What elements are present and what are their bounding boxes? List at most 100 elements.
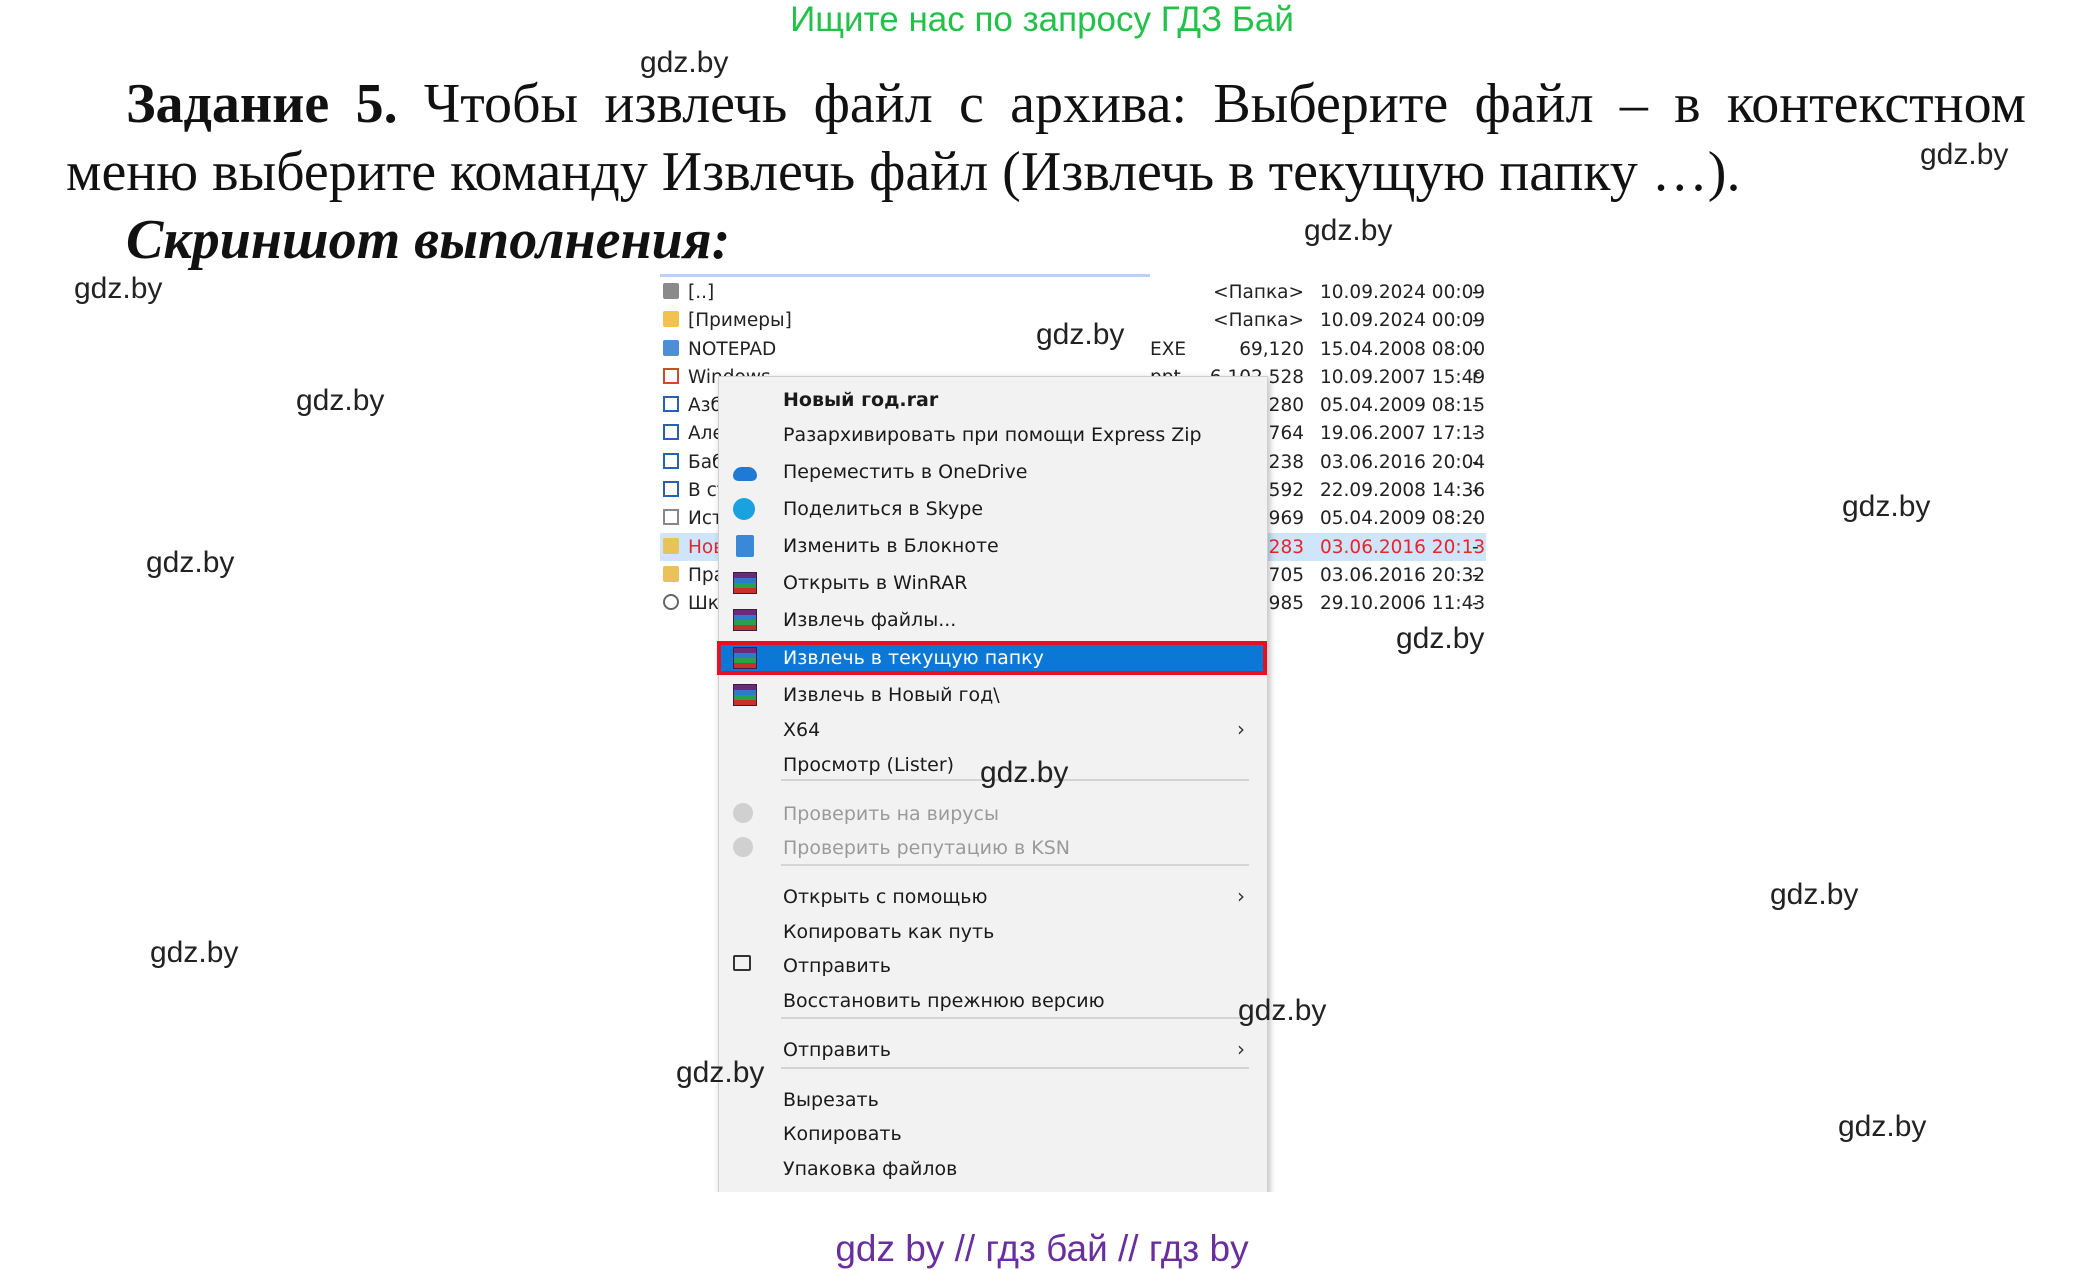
watermark: gdz.by: [676, 1056, 765, 1089]
menu-item-restore[interactable]: Восстановить прежнюю версию: [719, 984, 1267, 1018]
menu-item-label: Восстановить прежнюю версию: [783, 990, 1105, 1012]
doc-icon: [663, 396, 679, 413]
file-name: Азб: [688, 395, 722, 417]
chevron-right-icon: ›: [1237, 717, 1245, 741]
menu-item-x64[interactable]: X64 ›: [719, 713, 1267, 747]
menu-item-label: Извлечь в Новый год\: [783, 684, 1000, 706]
task-text: Задание 5. Чтобы извлечь файл с архива: …: [66, 70, 2026, 206]
menu-separator: [781, 864, 1249, 866]
watermark: gdz.by: [296, 384, 385, 417]
file-attr: -: [1472, 536, 1479, 558]
share-icon: [733, 955, 751, 971]
menu-item-label: Проверить на вирусы: [783, 803, 999, 825]
file-ext: EXE: [1150, 338, 1187, 360]
menu-item-label: Отправить: [783, 1039, 891, 1061]
notepad-icon: [663, 339, 679, 356]
winrar-icon: [733, 684, 757, 706]
chevron-right-icon: ›: [1237, 1037, 1245, 1061]
watermark: gdz.by: [1036, 318, 1125, 351]
file-date: 10.09.2007 15:49: [1320, 366, 1486, 388]
skype-icon: [733, 498, 755, 520]
banner: Ищите нас по запросу ГДЗ Бай: [790, 0, 1294, 39]
menu-item-label: Копировать как путь: [783, 921, 995, 943]
file-date: 19.06.2007 17:13: [1320, 423, 1486, 445]
file-date: 05.04.2009 08:20: [1320, 508, 1486, 530]
menu-item-copy-path[interactable]: Копировать как путь: [719, 915, 1267, 949]
menu-item-label: Отправить: [783, 955, 891, 977]
doc-icon: [663, 452, 679, 469]
menu-item-label: Проверить репутацию в KSN: [783, 837, 1070, 859]
file-date: 05.04.2009 08:15: [1320, 395, 1486, 417]
highlight-frame: [717, 641, 1267, 675]
up-folder-icon: [663, 283, 679, 299]
menu-item-label: Просмотр (Lister): [783, 754, 955, 776]
menu-item-label: Поделиться в Skype: [783, 498, 984, 520]
file-attr: -: [1472, 395, 1479, 417]
menu-item-label: Новый год.rar: [783, 389, 939, 411]
menu-item-notepad[interactable]: Изменить в Блокноте: [719, 529, 1267, 563]
winrar-icon: [733, 609, 757, 631]
file-date: 10.09.2024 00:09: [1320, 282, 1486, 303]
audio-icon: [663, 594, 679, 611]
file-attr: -: [1472, 593, 1479, 615]
menu-item-share[interactable]: Отправить: [719, 949, 1267, 983]
doc-icon: [663, 424, 679, 441]
file-date: 03.06.2016 20:04: [1320, 451, 1486, 473]
menu-item-copy[interactable]: Копировать: [719, 1117, 1267, 1151]
task-label: Задание 5.: [126, 73, 398, 135]
menu-item-send-to[interactable]: Отправить ›: [719, 1033, 1267, 1067]
file-attr: -: [1472, 451, 1479, 473]
kaspersky-icon: [733, 803, 753, 823]
menu-item-virus-check[interactable]: Проверить на вирусы: [719, 797, 1267, 831]
watermark: gdz.by: [640, 46, 729, 79]
winrar-icon: [733, 572, 757, 594]
menu-header: Новый год.rar: [719, 383, 1267, 417]
file-date: 22.09.2008 14:36: [1320, 480, 1486, 502]
file-manager-screenshot: [..] <Папка> 10.09.2024 00:09- [Примеры] <Па…: [660, 272, 1486, 1192]
kaspersky-icon: [733, 837, 753, 857]
menu-item-label: Вырезать: [783, 1089, 879, 1111]
notepad-icon: [736, 535, 754, 557]
menu-item-extract-files[interactable]: Извлечь файлы...: [719, 603, 1267, 637]
watermark: gdz.by: [150, 936, 239, 969]
menu-item-label: Разархивировать при помощи Express Zip: [783, 424, 1202, 446]
menu-item-skype[interactable]: Поделиться в Skype: [719, 492, 1267, 526]
footer: gdz by // гдз бай // гдз by: [835, 1228, 1249, 1269]
menu-item-label: X64: [783, 719, 821, 741]
menu-item-cut[interactable]: Вырезать: [719, 1083, 1267, 1117]
watermark: gdz.by: [1770, 878, 1859, 911]
folder-icon: [663, 311, 679, 328]
menu-item-onedrive[interactable]: Переместить в OneDrive: [719, 455, 1267, 489]
menu-item-open-with[interactable]: Открыть с помощью ›: [719, 880, 1267, 914]
watermark: gdz.by: [980, 756, 1069, 789]
menu-item-pack[interactable]: Упаковка файлов: [719, 1152, 1267, 1186]
file-attr: -: [1472, 508, 1479, 530]
menu-item-label: Извлечь файлы...: [783, 609, 957, 631]
file-attr: -: [1472, 338, 1479, 360]
archive-icon: [663, 537, 679, 554]
watermark: gdz.by: [1838, 1110, 1927, 1143]
file-attr: -: [1472, 480, 1479, 502]
watermark: gdz.by: [74, 272, 163, 305]
menu-item-ksn[interactable]: Проверить репутацию в KSN: [719, 831, 1267, 865]
menu-item-label: Копировать: [783, 1123, 902, 1145]
ppt-icon: [663, 367, 679, 384]
file-attr: -: [1472, 423, 1479, 445]
watermark: gdz.by: [1238, 994, 1327, 1027]
menu-item-express-zip[interactable]: Разархивировать при помощи Express Zip: [719, 418, 1267, 452]
panel-top-line: [660, 274, 1150, 277]
file-attr: -: [1472, 564, 1479, 586]
file-attr: r: [1472, 366, 1480, 388]
menu-item-label: Открыть с помощью: [783, 886, 988, 908]
menu-item-extract-to-folder[interactable]: Извлечь в Новый год\: [719, 678, 1267, 712]
file-size: <Папка>: [1213, 282, 1304, 303]
menu-item-open-winrar[interactable]: Открыть в WinRAR: [719, 566, 1267, 600]
watermark: gdz.by: [1842, 490, 1931, 523]
file-name: Шк: [688, 593, 719, 615]
file-date: 03.06.2016 20:32: [1320, 564, 1486, 586]
file-date: 03.06.2016 20:13: [1320, 536, 1486, 558]
file-size: <Папка>: [1213, 310, 1304, 332]
menu-separator: [781, 1067, 1249, 1069]
menu-separator: [781, 1017, 1249, 1019]
file-row[interactable]: [..] <Папка> 10.09.2024 00:09-: [660, 278, 1486, 306]
